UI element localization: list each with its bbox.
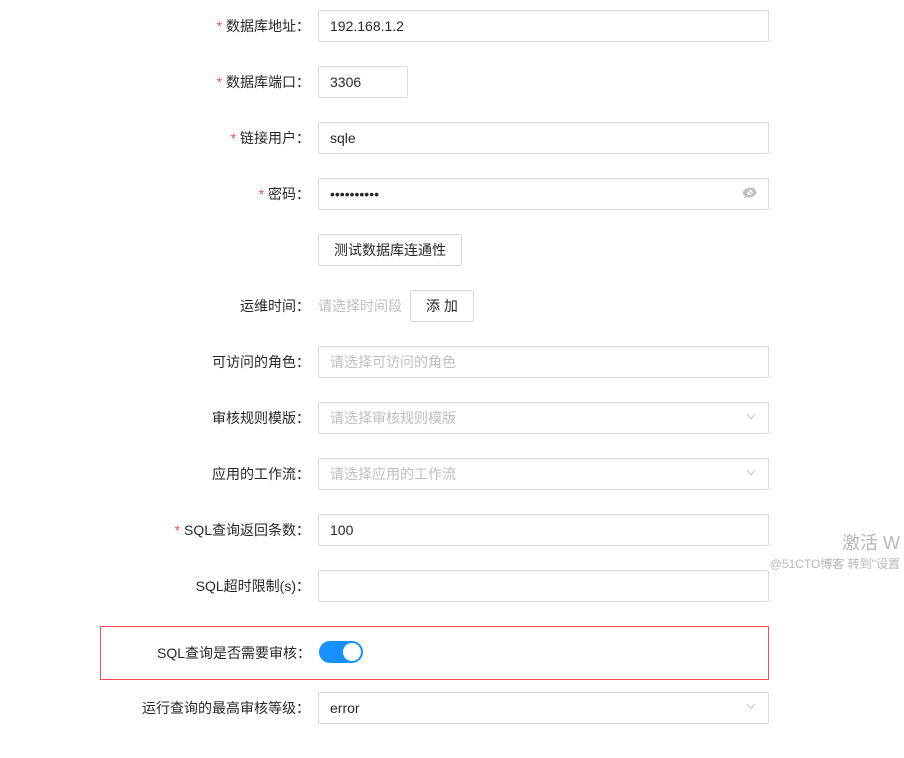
db-port-input[interactable]	[318, 66, 408, 98]
audit-template-label: 审核规则模版：	[0, 402, 318, 434]
add-time-button[interactable]: 添 加	[410, 290, 474, 322]
audit-template-placeholder: 请选择审核规则模版	[330, 408, 456, 428]
maint-time-placeholder: 请选择时间段	[318, 296, 402, 316]
max-audit-level-label: 运行查询的最高审核等级：	[0, 692, 318, 724]
sql-timeout-label: SQL超时限制(s)：	[0, 570, 318, 602]
need-audit-switch[interactable]	[319, 641, 363, 663]
chevron-down-icon	[745, 466, 757, 482]
roles-label: 可访问的角色：	[0, 346, 318, 378]
roles-placeholder: 请选择可访问的角色	[330, 352, 456, 372]
password-label: 密码：	[0, 178, 318, 210]
test-connection-button[interactable]: 测试数据库连通性	[318, 234, 462, 266]
chevron-down-icon	[745, 410, 757, 426]
workflow-placeholder: 请选择应用的工作流	[330, 464, 456, 484]
sql-timeout-input[interactable]	[318, 570, 769, 602]
need-audit-label: SQL查询是否需要审核：	[101, 637, 319, 669]
eye-invisible-icon[interactable]	[742, 185, 758, 204]
sql-rows-label: SQL查询返回条数：	[0, 514, 318, 546]
conn-user-input[interactable]	[318, 122, 769, 154]
conn-user-label: 链接用户：	[0, 122, 318, 154]
audit-template-select[interactable]: 请选择审核规则模版	[318, 402, 769, 434]
workflow-label: 应用的工作流：	[0, 458, 318, 490]
roles-select[interactable]: 请选择可访问的角色	[318, 346, 769, 378]
max-audit-level-select[interactable]: error	[318, 692, 769, 724]
maint-time-label: 运维时间：	[0, 290, 318, 322]
db-address-label: 数据库地址：	[0, 10, 318, 42]
db-port-label: 数据库端口：	[0, 66, 318, 98]
sql-rows-input[interactable]	[318, 514, 769, 546]
password-input[interactable]	[318, 178, 769, 210]
highlighted-section: SQL查询是否需要审核：	[100, 626, 769, 680]
workflow-select[interactable]: 请选择应用的工作流	[318, 458, 769, 490]
db-address-input[interactable]	[318, 10, 769, 42]
chevron-down-icon	[745, 700, 757, 716]
max-audit-level-value: error	[330, 700, 360, 716]
